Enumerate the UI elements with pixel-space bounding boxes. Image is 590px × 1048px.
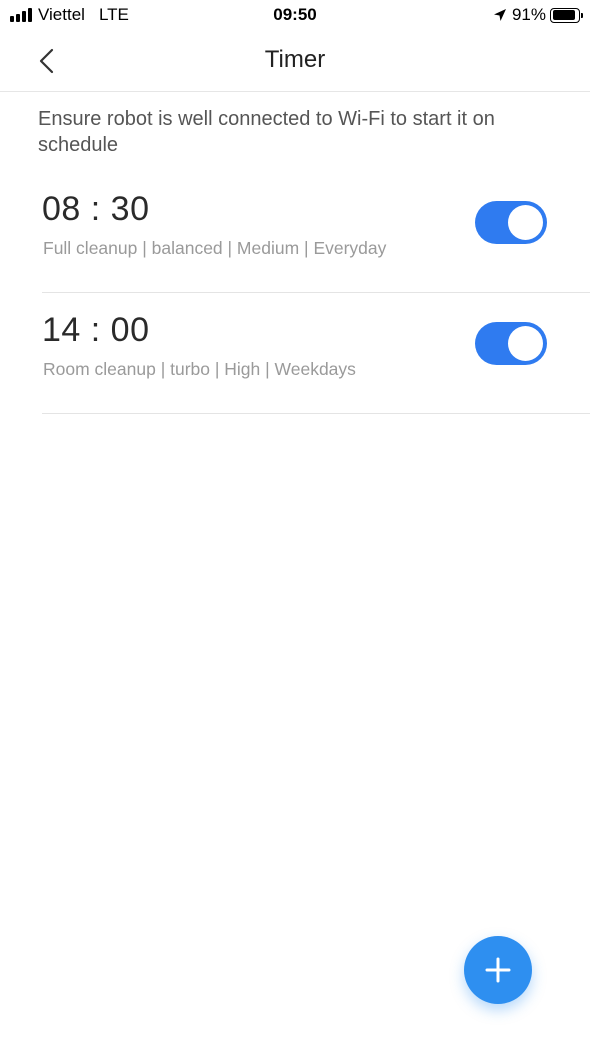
timer-time: 08 : 30 — [42, 190, 150, 228]
battery-icon — [550, 7, 583, 23]
page-title: Timer — [264, 46, 326, 73]
timer-item[interactable]: 08 : 30 Full cleanup | balanced | Medium… — [42, 172, 590, 293]
nav-bar: Timer — [0, 30, 590, 92]
toggle-knob — [508, 326, 543, 361]
timer-item[interactable]: 14 : 00 Room cleanup | turbo | High | We… — [42, 293, 590, 414]
battery-percent: 91% — [511, 5, 546, 24]
timer-screen: Viettel LTE 09:50 91% Timer Ensure robot… — [0, 0, 590, 1048]
timer-description: Full cleanup | balanced | Medium | Every… — [43, 238, 387, 258]
status-bar: Viettel LTE 09:50 91% — [0, 0, 590, 30]
timer-toggle[interactable] — [475, 201, 547, 244]
location-arrow-icon — [493, 9, 506, 21]
wifi-notice: Ensure robot is well connected to Wi-Fi … — [38, 108, 495, 156]
status-bar-right: 91% — [492, 5, 583, 25]
toggle-knob — [508, 205, 543, 240]
plus-icon — [485, 957, 511, 983]
timer-toggle[interactable] — [475, 322, 547, 365]
add-timer-button[interactable] — [464, 936, 532, 1004]
timer-description: Room cleanup | turbo | High | Weekdays — [43, 359, 356, 379]
timer-time: 14 : 00 — [42, 311, 150, 349]
